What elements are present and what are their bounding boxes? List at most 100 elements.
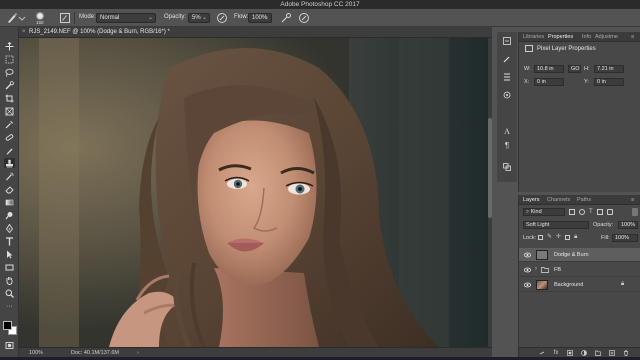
filter-pixel-icon[interactable] — [569, 209, 575, 215]
document-title: RJS_2149.NEF @ 100% (Dodge & Burn, RGB/1… — [29, 29, 170, 35]
frame-tool-icon[interactable] — [4, 106, 15, 116]
paragraph-panel-icon[interactable]: ¶ — [502, 140, 512, 150]
close-icon[interactable]: × — [22, 29, 26, 35]
lasso-tool-icon[interactable] — [4, 67, 15, 77]
move-tool-icon[interactable] — [4, 41, 15, 51]
document-canvas[interactable] — [19, 38, 492, 347]
chevron-right-icon[interactable]: › — [535, 266, 537, 272]
brush-presets-icon[interactable] — [502, 72, 512, 82]
airbrush-icon[interactable] — [280, 12, 292, 24]
gradient-tool-icon[interactable] — [4, 197, 15, 207]
zoom-tool-icon[interactable] — [4, 288, 15, 298]
lock-transparency-icon[interactable] — [538, 235, 543, 240]
y-field[interactable]: 0 in — [594, 78, 624, 86]
panel-menu-icon[interactable]: ≡ — [631, 197, 634, 203]
tab-channels[interactable]: Channels — [547, 197, 570, 203]
tab-libraries[interactable]: Libraries — [523, 34, 544, 40]
new-group-icon[interactable] — [595, 350, 601, 356]
marquee-tool-icon[interactable] — [4, 54, 15, 64]
clone-source-icon[interactable] — [502, 90, 512, 100]
filter-type-icon[interactable]: T — [589, 209, 593, 216]
clone-stamp-tool-icon[interactable] — [4, 158, 15, 168]
zoom-level[interactable]: 100% — [29, 350, 43, 356]
chevron-down-icon[interactable] — [18, 12, 28, 24]
height-field[interactable]: 7.21 in — [594, 65, 624, 73]
brush-settings-icon[interactable] — [502, 54, 512, 64]
brush-tip-preview — [36, 12, 44, 20]
character-panel-icon[interactable]: A — [502, 126, 512, 136]
healing-brush-tool-icon[interactable] — [4, 132, 15, 142]
chevron-right-icon[interactable]: › — [137, 350, 139, 356]
3d-panel-icon[interactable] — [502, 162, 512, 172]
type-tool-icon[interactable] — [4, 236, 15, 246]
opacity-field[interactable]: 5% ⌄ — [188, 13, 210, 23]
pen-tool-icon[interactable] — [4, 223, 15, 233]
quick-mask-icon[interactable] — [4, 340, 15, 350]
filter-toggle-switch[interactable] — [632, 208, 638, 216]
brush-tool-icon[interactable] — [4, 145, 15, 155]
link-layers-icon[interactable] — [539, 350, 545, 356]
flow-field[interactable]: 100% ⌄ — [248, 13, 272, 23]
layer-row-background[interactable]: Background 🔒︎ — [519, 278, 640, 292]
edit-toolbar-icon[interactable]: ··· — [4, 301, 15, 311]
new-layer-icon[interactable] — [609, 350, 615, 356]
filter-shape-icon[interactable] — [596, 209, 603, 215]
visibility-eye-icon[interactable] — [524, 267, 531, 273]
history-brush-tool-icon[interactable] — [4, 171, 15, 181]
adjustment-layer-icon[interactable] — [581, 350, 587, 356]
chevron-down-icon: ⌄ — [147, 15, 153, 21]
fill-field[interactable]: 100% — [612, 234, 638, 242]
hand-tool-icon[interactable] — [4, 275, 15, 285]
layer-row-fb[interactable]: › FB — [519, 263, 640, 277]
layer-opacity-field[interactable]: 100% — [618, 221, 638, 229]
tab-paths[interactable]: Paths — [577, 197, 591, 203]
mode-dropdown[interactable]: Normal ⌄ — [96, 13, 156, 23]
vertical-scrollbar[interactable] — [488, 38, 492, 347]
lock-artboard-icon[interactable] — [565, 235, 571, 240]
pressure-size-icon[interactable] — [298, 12, 310, 24]
layer-style-icon[interactable]: fx — [553, 350, 559, 356]
brush-preset-picker[interactable]: 150 — [34, 12, 50, 25]
history-panel-icon[interactable] — [502, 36, 512, 46]
rectangle-tool-icon[interactable] — [4, 262, 15, 272]
tab-adjustments[interactable]: Adjustme — [595, 34, 618, 40]
lock-position-icon[interactable]: ✛ — [556, 234, 561, 240]
foreground-color-swatch[interactable] — [3, 321, 12, 330]
layer-row-dodge-burn[interactable]: Dodge & Burn — [519, 248, 640, 262]
tab-info[interactable]: Info — [582, 34, 591, 40]
search-icon: ⌕ — [526, 209, 530, 215]
x-field[interactable]: 0 in — [534, 78, 564, 86]
eyedropper-tool-icon[interactable] — [4, 119, 15, 129]
layer-filter-dropdown[interactable]: ⌕ Kind — [523, 208, 565, 216]
dodge-tool-icon[interactable] — [4, 210, 15, 220]
panel-menu-icon[interactable]: ≡ — [631, 34, 634, 40]
width-field[interactable]: 10.8 in — [534, 65, 564, 73]
visibility-eye-icon[interactable] — [524, 252, 531, 258]
options-bar: 150 Mode: Normal ⌄ Opacity: 5% ⌄ Flow: 1… — [0, 9, 640, 27]
mode-label: Mode: — [79, 14, 96, 20]
add-mask-icon[interactable] — [567, 350, 573, 356]
brush-panel-toggle-icon[interactable] — [59, 12, 71, 24]
blend-mode-value: Soft Light — [526, 222, 550, 228]
document-tab[interactable]: × RJS_2149.NEF @ 100% (Dodge & Burn, RGB… — [19, 27, 492, 38]
lock-all-icon[interactable]: 🔒︎ — [574, 234, 577, 240]
lock-pixels-icon[interactable]: ✎ — [547, 234, 552, 240]
blend-mode-dropdown[interactable]: Soft Light — [523, 221, 589, 229]
tab-properties[interactable]: Properties — [548, 34, 573, 40]
x-label: X: — [524, 79, 530, 85]
quick-select-tool-icon[interactable] — [4, 80, 15, 90]
path-selection-tool-icon[interactable] — [4, 249, 15, 259]
trash-icon[interactable] — [623, 350, 629, 356]
layers-panel: Layers Channels Paths ≡ ⌕ Kind T Soft Li… — [518, 195, 640, 357]
link-dimensions-button[interactable]: GO — [568, 65, 581, 73]
filter-smart-object-icon[interactable] — [606, 209, 613, 215]
visibility-eye-icon[interactable] — [524, 282, 531, 288]
tab-layers[interactable]: Layers — [523, 197, 540, 203]
filter-adjustment-icon[interactable] — [579, 209, 585, 215]
pressure-opacity-icon[interactable] — [216, 12, 228, 24]
document-size-info[interactable]: Doc: 40.1M/137.6M — [71, 350, 119, 356]
eraser-tool-icon[interactable] — [4, 184, 15, 194]
scrollbar-thumb[interactable] — [488, 118, 492, 218]
crop-tool-icon[interactable] — [4, 93, 15, 103]
tool-preset-picker[interactable] — [6, 12, 18, 24]
